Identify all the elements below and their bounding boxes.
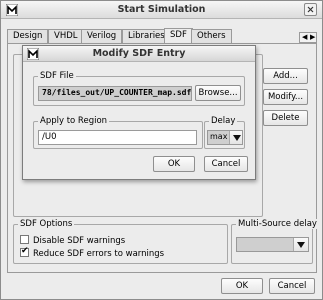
sdf-options-title: SDF Options: [18, 219, 75, 229]
disable-sdf-warnings-checkbox[interactable]: Disable SDF warnings: [20, 235, 125, 246]
tab-verilog[interactable]: Verilog: [81, 29, 123, 43]
modify-button[interactable]: Modify...: [263, 89, 308, 105]
checkbox-unchecked-icon[interactable]: [20, 235, 29, 244]
close-window-button[interactable]: [304, 3, 317, 16]
reduce-sdf-errors-checkbox[interactable]: ✔ Reduce SDF errors to warnings: [20, 246, 165, 259]
chevron-down-icon[interactable]: [229, 131, 242, 144]
sdf-file-label: SDF File: [38, 71, 76, 81]
ok-button[interactable]: OK: [221, 278, 263, 294]
cancel-button[interactable]: Cancel: [269, 278, 315, 294]
apply-to-region-label: Apply to Region: [38, 116, 110, 126]
tab-vhdl[interactable]: VHDL: [48, 29, 84, 43]
delay-select[interactable]: max: [207, 130, 243, 145]
region-input[interactable]: /U0: [38, 130, 197, 145]
delay-label: Delay: [209, 116, 238, 126]
tab-design[interactable]: Design: [7, 29, 49, 43]
sdf-file-group: SDF File 78/files_out/UP_COUNTER_map.sdf…: [33, 71, 245, 106]
tab-scroll-right-icon[interactable]: ▶: [310, 33, 315, 41]
checkbox-checked-icon[interactable]: ✔: [20, 246, 29, 257]
browse-button[interactable]: Browse...: [195, 85, 241, 101]
window-title: Start Simulation: [117, 4, 206, 15]
delay-group: Delay max: [204, 116, 245, 149]
reduce-sdf-errors-label: Reduce SDF errors to warnings: [33, 249, 165, 259]
multi-source-delay-title: Multi-Source delay: [236, 219, 319, 229]
close-icon: [307, 6, 314, 13]
tab-scroll-left-icon[interactable]: ◀: [302, 33, 307, 41]
dialog-cancel-button[interactable]: Cancel: [204, 156, 248, 172]
dialog-title-bar[interactable]: Modify SDF Entry: [23, 46, 255, 62]
modify-sdf-entry-dialog: Modify SDF Entry SDF File 78/files_out/U…: [22, 45, 256, 180]
chevron-down-icon[interactable]: [293, 238, 308, 251]
multi-source-delay-group: Multi-Source delay: [231, 219, 319, 264]
tab-sdf[interactable]: SDF: [164, 28, 193, 43]
delete-button[interactable]: Delete: [263, 110, 308, 126]
add-button[interactable]: Add...: [263, 68, 308, 84]
sdf-file-path-field[interactable]: 78/files_out/UP_COUNTER_map.sdf: [38, 86, 192, 101]
dialog-title: Modify SDF Entry: [92, 48, 186, 59]
apply-to-region-group: Apply to Region /U0: [33, 116, 203, 149]
disable-sdf-warnings-label: Disable SDF warnings: [33, 236, 126, 246]
tab-scroll-arrows[interactable]: ◀ ▶: [299, 32, 317, 43]
sdf-options-group: SDF Options Disable SDF warnings ✔ Reduce…: [13, 219, 228, 264]
tab-others[interactable]: Others: [191, 29, 232, 43]
multi-source-delay-select[interactable]: [236, 237, 309, 252]
delay-value: max: [210, 132, 228, 141]
dialog-ok-button[interactable]: OK: [153, 156, 195, 172]
title-bar[interactable]: Start Simulation: [1, 1, 322, 19]
